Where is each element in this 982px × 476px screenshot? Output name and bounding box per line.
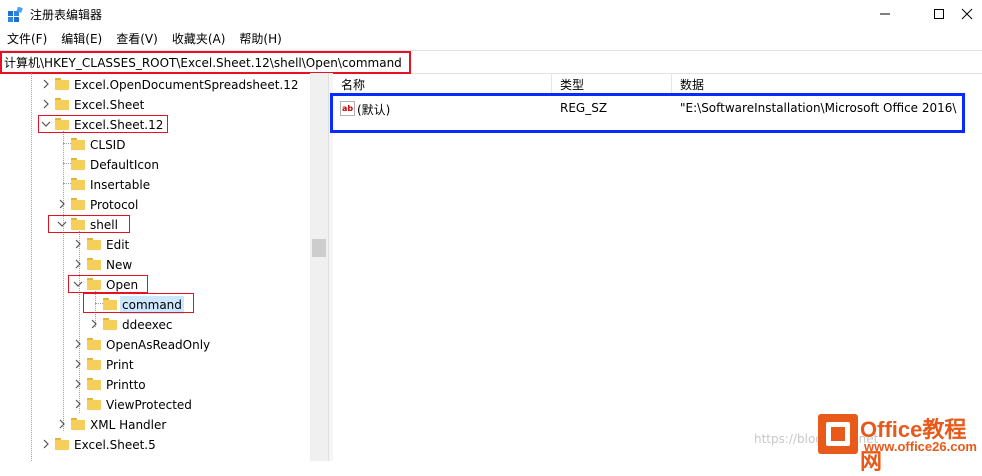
- title-bar: 注册表编辑器: [0, 0, 982, 28]
- tree-item-print[interactable]: Print: [0, 355, 310, 375]
- tree-item-excel-opendocumentspreadsheet[interactable]: Excel.OpenDocumentSpreadsheet.12: [0, 75, 310, 95]
- tree-item-label: ddeexec: [122, 318, 173, 332]
- folder-icon: [70, 177, 86, 191]
- column-header-type[interactable]: 类型: [552, 73, 672, 95]
- registry-tree[interactable]: Excel.OpenDocumentSpreadsheet.12 Excel.Sh…: [0, 73, 310, 461]
- chevron-right-icon[interactable]: [40, 78, 52, 90]
- chevron-right-icon[interactable]: [72, 398, 84, 410]
- scroll-thumb[interactable]: [312, 239, 326, 257]
- chevron-right-icon[interactable]: [72, 258, 84, 270]
- value-highlight-box: [330, 93, 965, 133]
- logo-url: www.office26.com: [864, 439, 977, 454]
- folder-icon: [86, 357, 102, 371]
- column-header-data[interactable]: 数据: [672, 73, 982, 95]
- chevron-right-icon[interactable]: [56, 418, 68, 430]
- folder-icon: [86, 257, 102, 271]
- folder-icon: [86, 397, 102, 411]
- folder-icon: [54, 77, 70, 91]
- open-highlight-box: [68, 275, 148, 293]
- tree-item-shell[interactable]: shell: [0, 215, 310, 235]
- tree-item-label: XML Handler: [90, 418, 167, 432]
- menu-bar: 文件(F) 编辑(E) 查看(V) 收藏夹(A) 帮助(H): [0, 30, 289, 48]
- office26-logo: Office教程网 www.office26.com: [818, 410, 982, 474]
- close-button[interactable]: [947, 2, 982, 26]
- tree-item-label: Edit: [106, 238, 130, 252]
- tree-item-insertable[interactable]: Insertable: [0, 175, 310, 195]
- tree-item-label: Protocol: [90, 198, 139, 212]
- chevron-right-icon[interactable]: [72, 238, 84, 250]
- tree-item-new[interactable]: New: [0, 255, 310, 275]
- tree-item-ddeexec[interactable]: ddeexec: [0, 315, 310, 335]
- chevron-right-icon[interactable]: [72, 378, 84, 390]
- menu-favorites[interactable]: 收藏夹(A): [165, 30, 233, 48]
- column-header-name[interactable]: 名称: [333, 73, 552, 95]
- folder-icon: [54, 97, 70, 111]
- tree-item-label: Excel.Sheet.5: [74, 438, 156, 452]
- registry-editor-icon: [7, 6, 23, 23]
- tree-item-defaulticon[interactable]: DefaultIcon: [0, 155, 310, 175]
- tree-item-label: Insertable: [90, 178, 151, 192]
- tree-item-label: Printto: [106, 378, 146, 392]
- window-title: 注册表编辑器: [30, 8, 103, 22]
- folder-icon: [86, 337, 102, 351]
- folder-icon: [86, 237, 102, 251]
- tree-item-label: Excel.Sheet: [74, 98, 145, 112]
- tree-item-label: ViewProtected: [106, 398, 192, 412]
- tree-item-openasreadonly[interactable]: OpenAsReadOnly: [0, 335, 310, 355]
- tree-item-label: OpenAsReadOnly: [106, 338, 211, 352]
- tree-item-protocol[interactable]: Protocol: [0, 195, 310, 215]
- menu-help[interactable]: 帮助(H): [232, 30, 288, 48]
- folder-icon: [102, 317, 118, 331]
- tree-item-label: CLSID: [90, 138, 126, 152]
- menu-file[interactable]: 文件(F): [0, 30, 54, 48]
- folder-icon: [70, 137, 86, 151]
- tree-item-clsid[interactable]: CLSID: [0, 135, 310, 155]
- folder-icon: [70, 197, 86, 211]
- excel-sheet-12-highlight-box: [38, 115, 168, 133]
- menu-edit[interactable]: 编辑(E): [54, 30, 109, 48]
- tree-item-label: New: [106, 258, 133, 272]
- tree-item-excel-sheet-5[interactable]: Excel.Sheet.5: [0, 435, 310, 455]
- folder-icon: [70, 417, 86, 431]
- folder-icon: [54, 437, 70, 451]
- tree-item-label: DefaultIcon: [90, 158, 159, 172]
- tree-item-label: Print: [106, 358, 134, 372]
- tree-item-label: Excel.OpenDocumentSpreadsheet.12: [74, 78, 299, 92]
- office-logo-icon: [818, 414, 858, 454]
- command-highlight-box: [83, 293, 194, 313]
- chevron-right-icon[interactable]: [88, 318, 100, 330]
- folder-icon: [70, 157, 86, 171]
- folder-icon: [86, 377, 102, 391]
- shell-highlight-box: [48, 215, 130, 233]
- tree-item-viewprotected[interactable]: ViewProtected: [0, 395, 310, 415]
- tree-item-open[interactable]: Open: [0, 275, 310, 295]
- chevron-right-icon[interactable]: [56, 198, 68, 210]
- menu-view[interactable]: 查看(V): [109, 30, 165, 48]
- chevron-right-icon[interactable]: [40, 98, 52, 110]
- address-highlight-box: [0, 51, 411, 74]
- tree-item-edit[interactable]: Edit: [0, 235, 310, 255]
- tree-item-excel-sheet[interactable]: Excel.Sheet: [0, 95, 310, 115]
- chevron-right-icon[interactable]: [72, 338, 84, 350]
- minimize-button[interactable]: [865, 2, 905, 26]
- chevron-right-icon[interactable]: [72, 358, 84, 370]
- chevron-right-icon[interactable]: [40, 438, 52, 450]
- tree-item-printto[interactable]: Printto: [0, 375, 310, 395]
- tree-item-xml-handler[interactable]: XML Handler: [0, 415, 310, 435]
- tree-scrollbar[interactable]: [310, 73, 328, 461]
